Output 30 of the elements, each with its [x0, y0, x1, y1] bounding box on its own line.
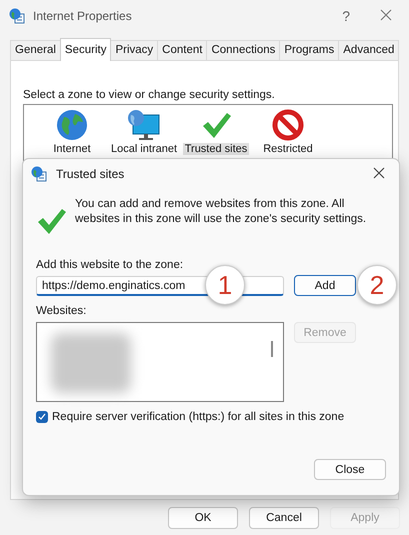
step-badge: 1 [205, 265, 245, 305]
checkbox-label: Require server verification (https:) for all sites in this zone [52, 411, 344, 423]
info-message: You can add and remove websites from this zone. All websites in this zone will use the zone's security settings. [75, 197, 368, 227]
checkbox[interactable] [36, 411, 48, 423]
no-entry-icon [272, 109, 304, 141]
close-icon[interactable] [373, 166, 385, 178]
field-label: Add this website to the zone: [36, 259, 184, 271]
zone-item[interactable]: Trusted sites [182, 143, 250, 155]
close-icon[interactable] [380, 8, 392, 20]
cancel-button[interactable]: Cancel [249, 507, 319, 529]
app-icon [31, 166, 47, 182]
zone-item[interactable]: Local intranet [108, 143, 180, 155]
globe-icon [56, 109, 88, 141]
help-button[interactable]: ? [342, 8, 350, 24]
zone-item[interactable]: Internet [51, 143, 93, 155]
add-button[interactable]: Add [294, 275, 356, 296]
tab[interactable]: Security [60, 38, 112, 61]
list-label: Websites: [36, 305, 88, 317]
ok-button[interactable]: OK [168, 507, 238, 529]
websites-list[interactable] [36, 322, 284, 402]
step-badge: 2 [357, 265, 397, 305]
computer-icon [127, 109, 161, 141]
close-button[interactable]: Close [314, 459, 386, 480]
window-title: Internet Properties [33, 9, 133, 23]
tab[interactable]: Advanced [338, 40, 400, 60]
zone-item[interactable]: Restricted [261, 143, 315, 155]
tab[interactable]: General [10, 40, 61, 60]
zone-prompt: Select a zone to view or change security settings. [23, 89, 276, 101]
app-icon [9, 8, 25, 24]
dialog-title: Trusted sites [56, 167, 126, 181]
